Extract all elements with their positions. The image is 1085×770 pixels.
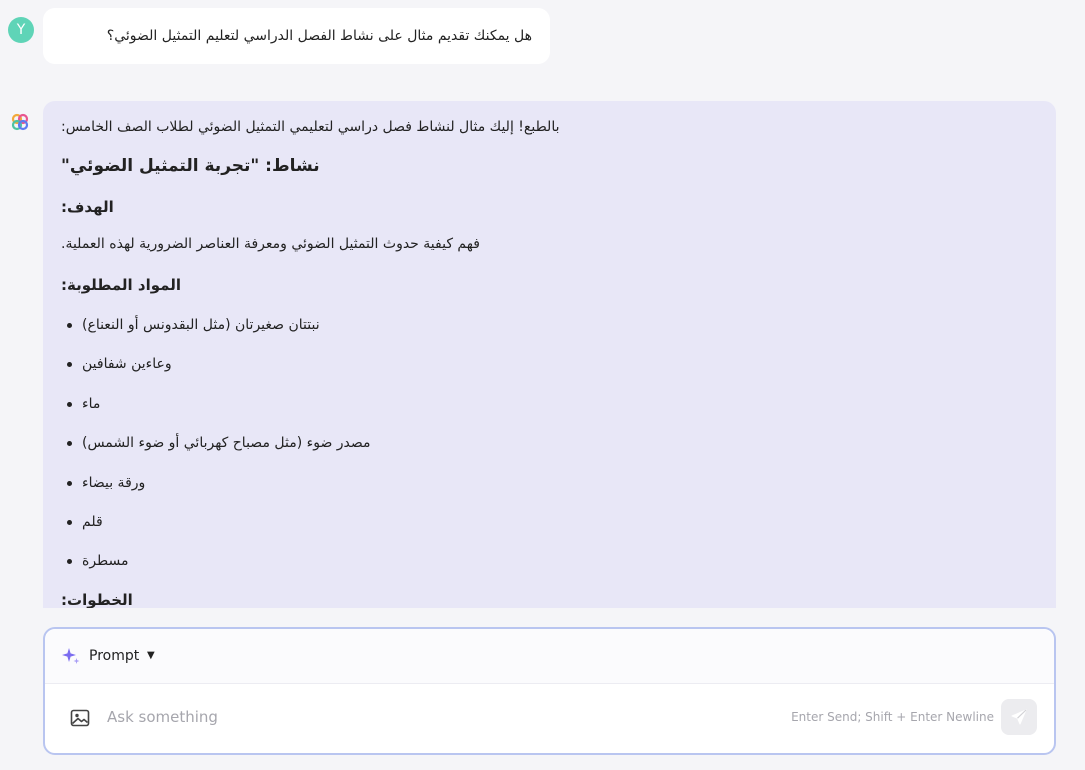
list-item: مسطرة: [61, 551, 371, 590]
list-item: وعاءين شفافين: [61, 354, 371, 393]
prompt-mode-label[interactable]: Prompt: [89, 646, 139, 666]
message-input[interactable]: [107, 703, 707, 731]
list-item: ماء: [61, 394, 371, 433]
composer: Prompt ▼ Enter Send; Shift + Enter Newli…: [43, 627, 1056, 755]
chat-page: Y هل يمكنك تقديم مثال على نشاط الفصل الد…: [0, 0, 1085, 770]
caret-down-icon[interactable]: ▼: [147, 646, 155, 666]
steps-heading: الخطوات:: [61, 591, 133, 608]
assistant-message-card: بالطبع! إليك مثال لنشاط فصل دراسي لتعليم…: [43, 101, 1056, 608]
assistant-logo-icon: [11, 113, 29, 131]
image-upload-icon[interactable]: [69, 707, 91, 729]
goal-text: فهم كيفية حدوث التمثيل الضوئي ومعرفة الع…: [61, 236, 480, 252]
send-button[interactable]: [1001, 699, 1037, 735]
goal-heading: الهدف:: [61, 198, 114, 216]
materials-list: نبتتان صغيرتان (مثل البقدونس أو النعناع)…: [61, 315, 371, 591]
send-icon: [1011, 709, 1027, 725]
sparkle-icon: [62, 648, 80, 664]
user-avatar: Y: [8, 17, 34, 43]
materials-heading: المواد المطلوبة:: [61, 276, 181, 294]
list-item: قلم: [61, 512, 371, 551]
list-item: نبتتان صغيرتان (مثل البقدونس أو النعناع): [61, 315, 371, 354]
list-item: مصدر ضوء (مثل مصباح كهربائي أو ضوء الشمس…: [61, 433, 371, 472]
assistant-intro: بالطبع! إليك مثال لنشاط فصل دراسي لتعليم…: [61, 119, 560, 135]
user-message-bubble: هل يمكنك تقديم مثال على نشاط الفصل الدرا…: [43, 8, 550, 64]
activity-title: نشاط: "تجربة التمثيل الضوئي": [61, 156, 320, 176]
list-item: ورقة بيضاء: [61, 473, 371, 512]
send-hint: Enter Send; Shift + Enter Newline: [791, 710, 994, 724]
prompt-mode-selector[interactable]: Prompt ▼: [45, 629, 1054, 684]
